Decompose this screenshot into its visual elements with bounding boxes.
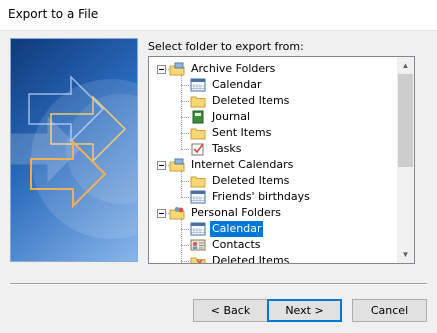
scrollbar-thumb[interactable] [398,74,413,167]
deleted-items-icon [190,254,206,263]
cancel-button[interactable]: Cancel [352,299,427,322]
personal-folder-icon [169,206,185,220]
tree-connector [181,171,182,197]
tree-connector [181,149,189,150]
tree-item-label: Personal Folders [191,206,281,219]
calendar-icon [190,190,206,204]
tree-connector [181,197,189,198]
window-title: Export to a File [8,7,99,21]
tree-vertical-scrollbar[interactable]: ▲ ▼ [397,57,414,263]
tree-item-label: Journal [212,110,251,123]
tree-item-label: Deleted Items [212,94,290,107]
tasks-icon [190,142,206,156]
tree-connector [181,75,182,149]
folder-icon [190,94,206,108]
tree-item-label: Friends' birthdays [212,190,310,203]
tree-item-label: Deleted Items [212,254,290,264]
wizard-banner-image [10,38,138,262]
tree-connector [181,181,189,182]
folder-icon [190,126,206,140]
tree-connector [181,245,189,246]
tree-item-label: Deleted Items [212,174,290,187]
folder-prompt-label: Select folder to export from: [148,40,304,53]
tree-connector [181,219,182,263]
scroll-up-arrow-icon[interactable]: ▲ [397,57,414,74]
tree-connector [181,117,189,118]
tree-item-label: Internet Calendars [191,158,294,171]
folder-tree[interactable]: Archive Folders Calendar Deleted Items Jour… [148,56,415,264]
scroll-down-arrow-icon[interactable]: ▼ [397,246,414,263]
tree-connector [181,133,189,134]
tree-item-label: Calendar [208,220,265,238]
folder-icon [190,174,206,188]
archive-folder-icon [169,158,185,172]
collapse-toggle-icon[interactable] [157,65,166,74]
tree-item-label: Archive Folders [191,62,276,75]
archive-folder-icon [169,62,185,76]
contacts-icon [190,238,206,252]
collapse-toggle-icon[interactable] [157,209,166,218]
calendar-icon [190,222,206,236]
collapse-toggle-icon[interactable] [157,161,166,170]
tree-item-label: Calendar [212,78,262,91]
back-button[interactable]: < Back [193,299,268,322]
journal-icon [190,110,206,124]
tree-connector [181,85,189,86]
calendar-icon [190,78,206,92]
tree-item-label: Contacts [212,238,261,251]
tree-connector [181,261,189,262]
tree-item-label: Tasks [212,142,242,155]
next-button[interactable]: Next > [267,299,342,322]
button-separator [10,283,427,285]
tree-connector [181,229,189,230]
title-bar: Export to a File [0,0,437,31]
tree-item-label: Sent Items [212,126,272,139]
tree-connector [181,101,189,102]
